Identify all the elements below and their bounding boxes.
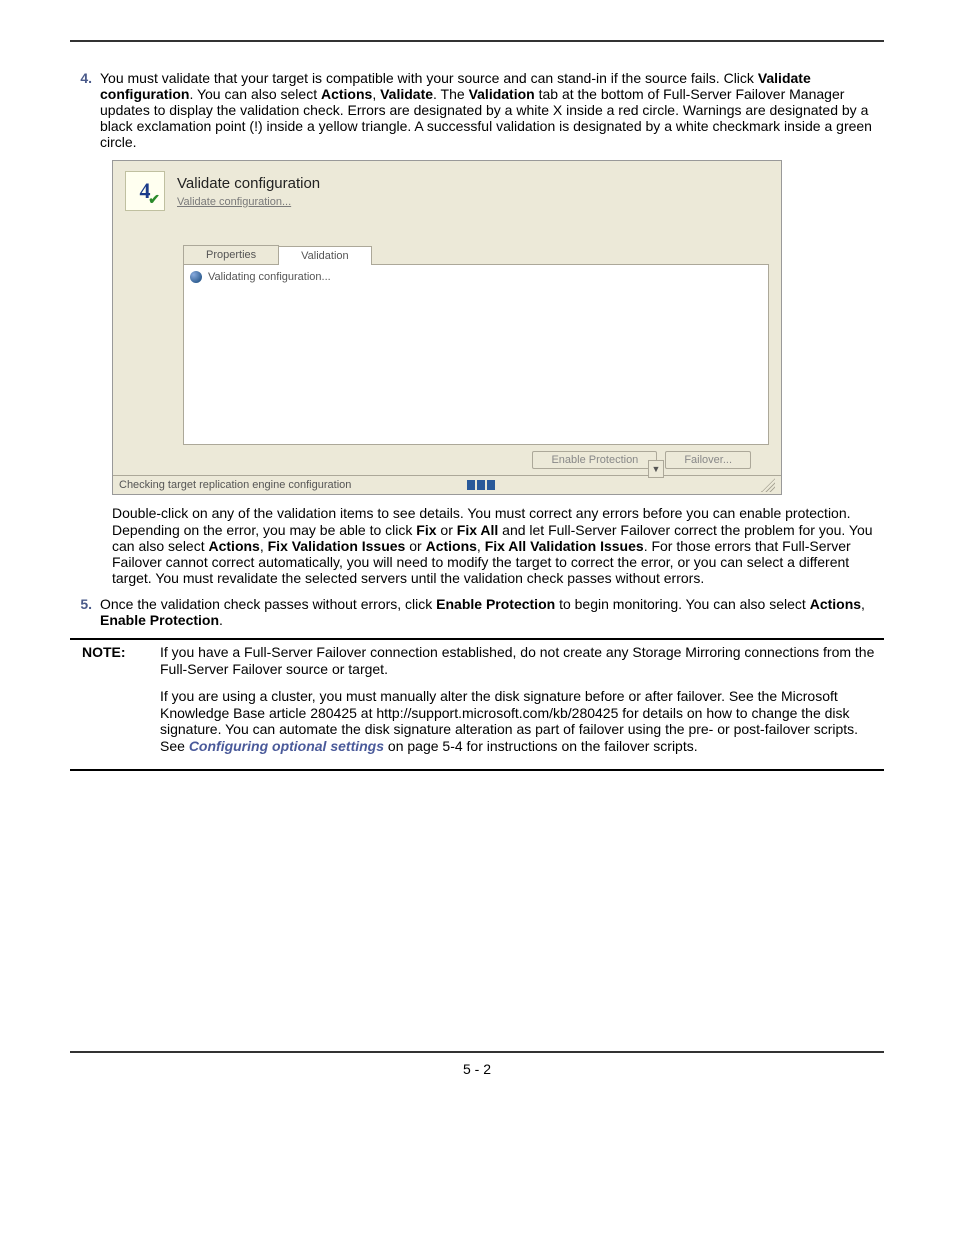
step-4-body: You must validate that your target is co… <box>100 70 884 150</box>
step-5: 5. Once the validation check passes with… <box>70 596 884 628</box>
validation-row[interactable]: Validating configuration... <box>190 271 762 283</box>
progress-bar <box>467 480 495 490</box>
tab-properties[interactable]: Properties <box>183 245 279 264</box>
enable-protection-button[interactable]: Enable Protection <box>532 451 657 469</box>
scroll-down-icon[interactable]: ▼ <box>648 460 664 478</box>
text: . You can also select <box>189 86 321 102</box>
bold-fix-all: Fix All <box>457 522 499 538</box>
text: . <box>219 612 223 628</box>
checkmark-icon: ✔ <box>148 191 160 208</box>
bold-enable-protection: Enable Protection <box>100 612 219 628</box>
configuring-optional-settings-link[interactable]: Configuring optional settings <box>189 738 384 754</box>
text: on page 5-4 for instructions on the fail… <box>384 738 698 754</box>
step-4-wizard-icon: 4 ✔ <box>125 171 165 211</box>
validate-configuration-link[interactable]: Validate configuration... <box>177 196 320 208</box>
note-box: NOTE: If you have a Full-Server Failover… <box>70 638 884 771</box>
text: or <box>405 538 425 554</box>
bold-enable-protection: Enable Protection <box>436 596 555 612</box>
validation-panel: Validating configuration... <box>183 265 769 445</box>
note-paragraph-2: If you are using a cluster, you must man… <box>160 688 884 755</box>
bold-actions: Actions <box>321 86 372 102</box>
page-number: 5 - 2 <box>463 1061 491 1077</box>
validate-configuration-screenshot: 4 ✔ Validate configuration Validate conf… <box>112 160 782 495</box>
status-bar: Checking target replication engine confi… <box>113 475 781 494</box>
step-5-number: 5. <box>70 596 100 628</box>
text: . The <box>433 86 469 102</box>
bold-fix-validation-issues: Fix Validation Issues <box>268 538 406 554</box>
tab-validation[interactable]: Validation <box>278 246 372 265</box>
bold-actions: Actions <box>426 538 477 554</box>
text: or <box>437 522 457 538</box>
text: , <box>477 538 485 554</box>
note-paragraph-1: If you have a Full-Server Failover conne… <box>160 644 884 678</box>
text: to begin monitoring. You can also select <box>555 596 810 612</box>
bold-validation: Validation <box>469 86 535 102</box>
note-label: NOTE: <box>70 644 140 765</box>
step-5-body: Once the validation check passes without… <box>100 596 884 628</box>
text: , <box>260 538 268 554</box>
bold-actions: Actions <box>810 596 861 612</box>
bold-fix: Fix <box>416 522 436 538</box>
top-rule <box>70 40 884 42</box>
resize-grip-icon <box>761 478 775 492</box>
wizard-step-title: Validate configuration <box>177 175 320 192</box>
step-4-continuation: Double-click on any of the validation it… <box>112 505 884 585</box>
status-text: Checking target replication engine confi… <box>119 479 351 491</box>
text: , <box>861 596 865 612</box>
note-body: If you have a Full-Server Failover conne… <box>160 644 884 765</box>
text: Once the validation check passes without… <box>100 596 436 612</box>
text: You must validate that your target is co… <box>100 70 758 86</box>
step-4-number: 4. <box>70 70 100 150</box>
progress-icon <box>190 271 202 283</box>
bold-fix-all-validation-issues: Fix All Validation Issues <box>485 538 644 554</box>
bold-validate: Validate <box>380 86 433 102</box>
text: , <box>372 86 380 102</box>
validation-row-text: Validating configuration... <box>208 271 331 283</box>
bold-actions: Actions <box>209 538 260 554</box>
step-4: 4. You must validate that your target is… <box>70 70 884 150</box>
tab-bar: Properties Validation <box>183 245 769 265</box>
page-footer: 5 - 2 <box>70 1051 884 1077</box>
failover-button[interactable]: Failover... <box>665 451 751 469</box>
